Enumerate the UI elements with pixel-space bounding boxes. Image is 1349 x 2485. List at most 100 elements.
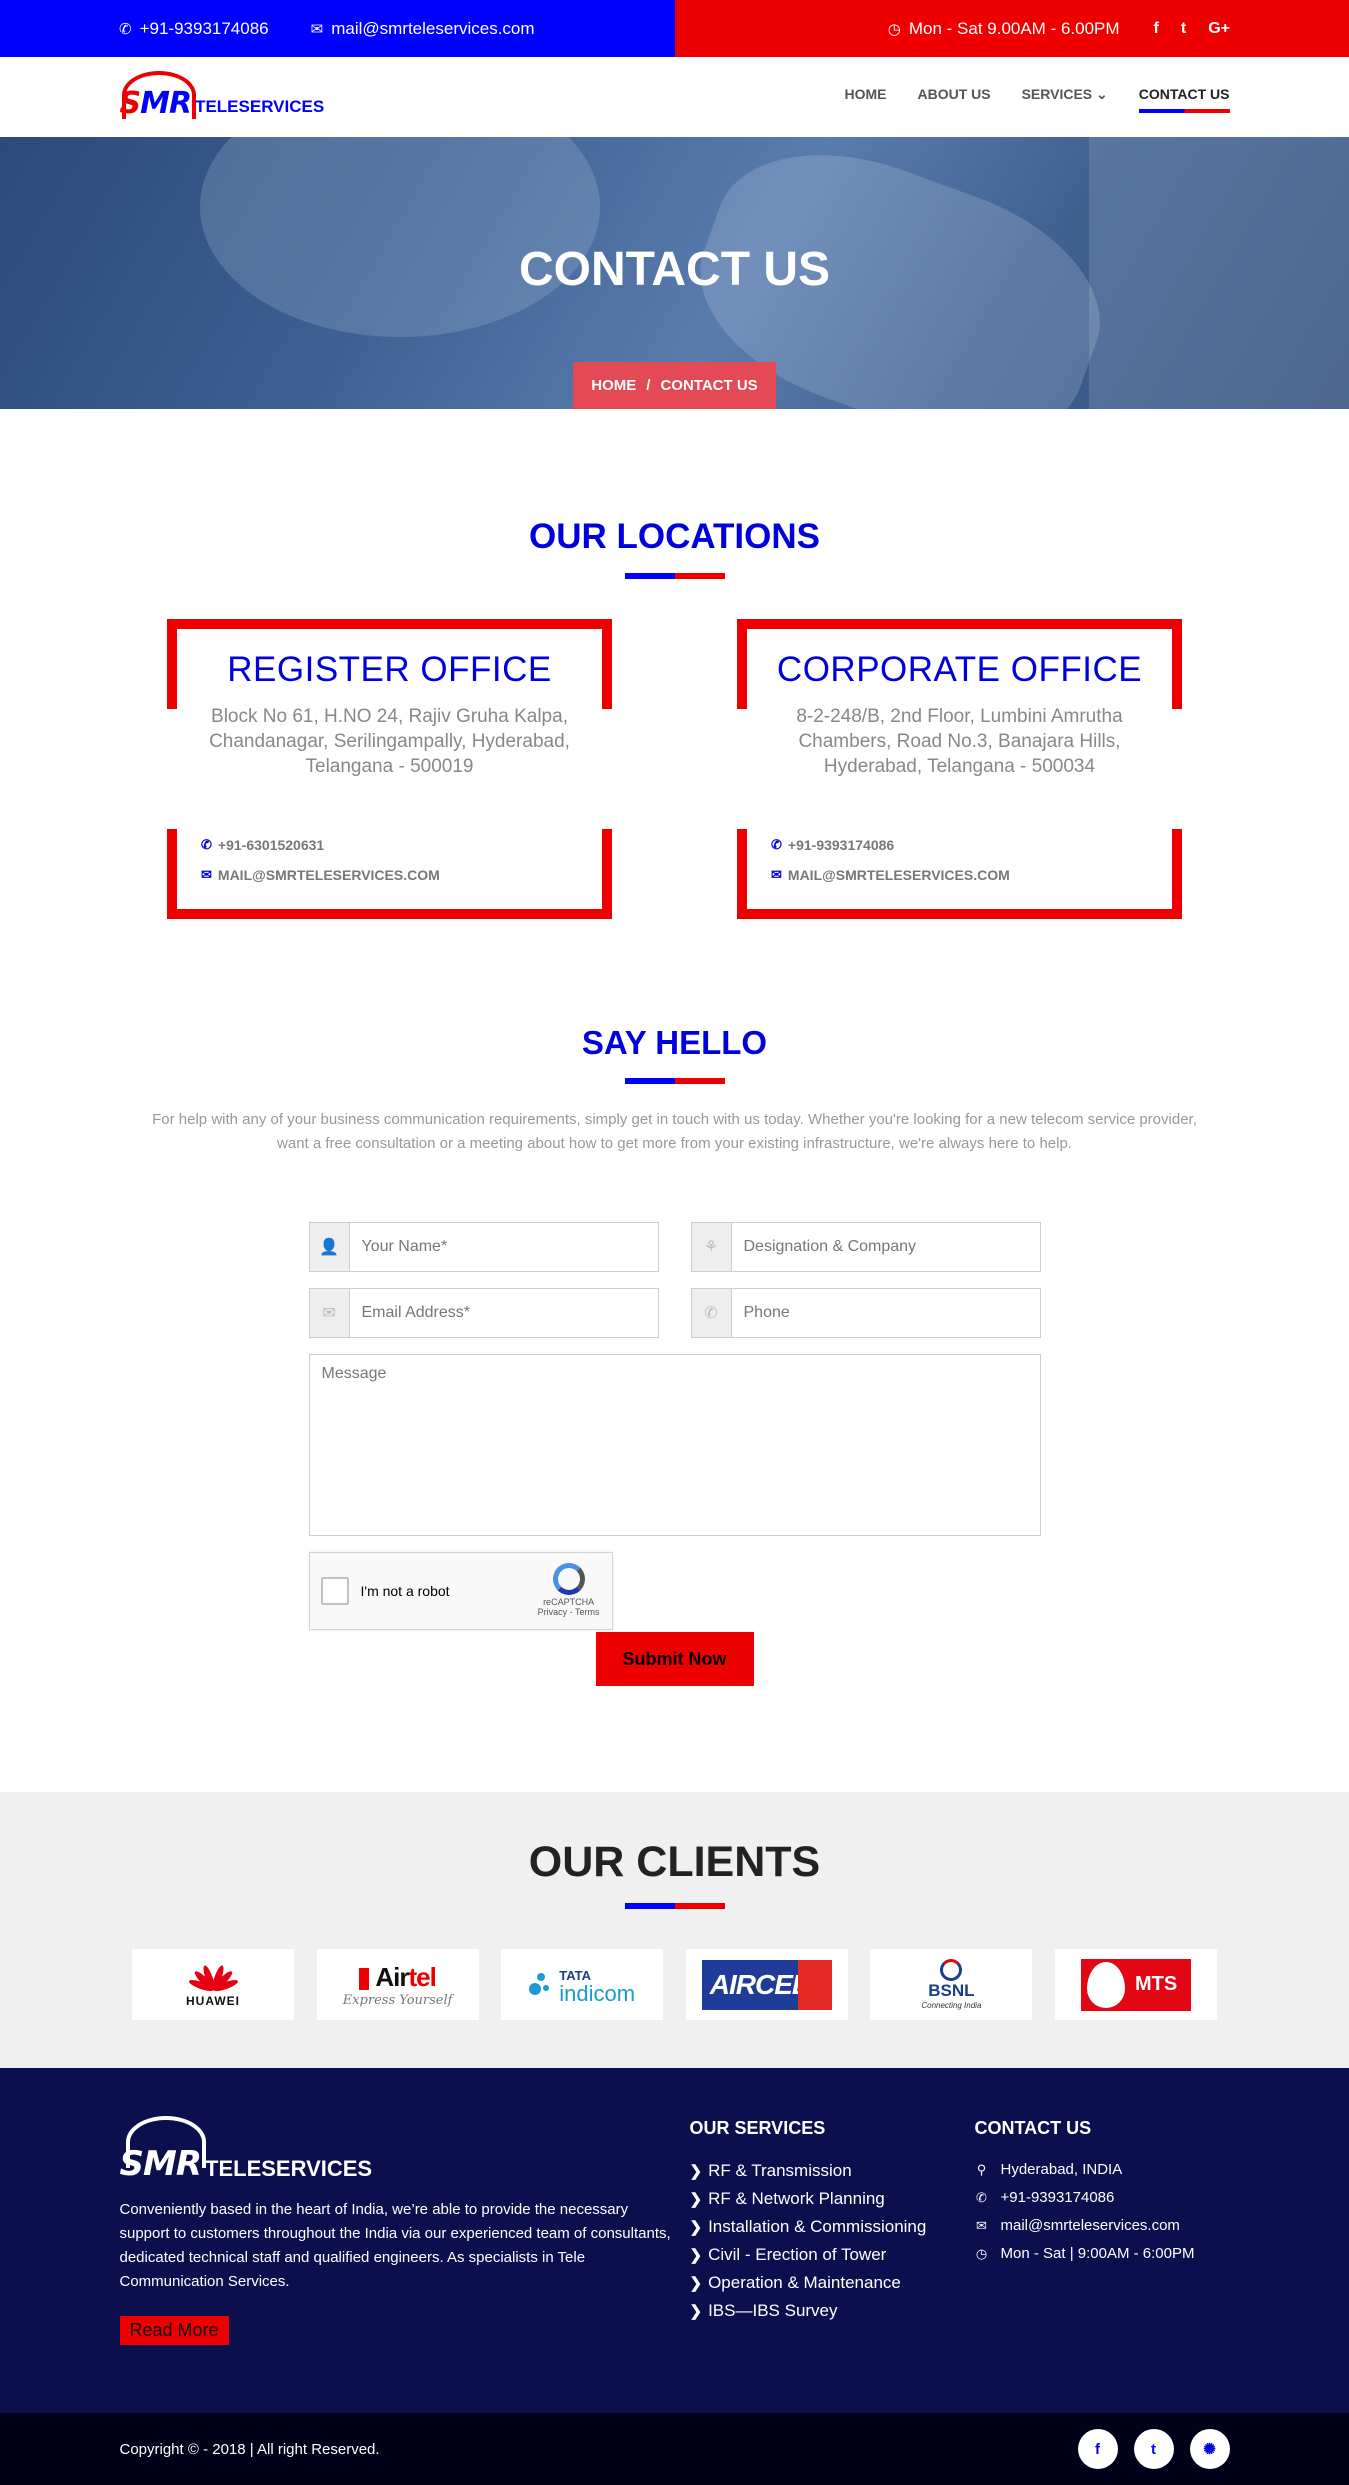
nav-contact-us[interactable]: CONTACT US bbox=[1138, 86, 1230, 113]
nav-home[interactable]: HOME bbox=[844, 86, 886, 109]
envelope-icon: ✉ bbox=[771, 867, 782, 882]
google-plus-icon[interactable]: G+ bbox=[1208, 20, 1230, 38]
copyright-text: Copyright © - 2018 | All right Reserved. bbox=[119, 2440, 380, 2458]
chevron-right-icon: ❯ bbox=[689, 2219, 703, 2236]
contact-section: SAY HELLO For help with any of your busi… bbox=[0, 919, 1349, 1686]
clock-icon: ◷ bbox=[975, 2245, 988, 2261]
facebook-icon[interactable]: f bbox=[1077, 2429, 1118, 2469]
company-input[interactable] bbox=[731, 1223, 1040, 1271]
recaptcha-links[interactable]: Privacy - Terms bbox=[538, 1607, 600, 1617]
footer-phone[interactable]: +91-9393174086 bbox=[1001, 2189, 1115, 2206]
footer-hours: Mon - Sat | 9:00AM - 6:00PM bbox=[1000, 2245, 1195, 2262]
office-phone[interactable]: +91-6301520631 bbox=[218, 837, 324, 853]
office-phone[interactable]: +91-9393174086 bbox=[788, 837, 894, 853]
client-logo-mts: MTS bbox=[1054, 1949, 1217, 2020]
envelope-icon: ✉ bbox=[976, 2217, 987, 2233]
copyright-bar: Copyright © - 2018 | All right Reserved.… bbox=[0, 2413, 1349, 2485]
site-logo[interactable]: SMR TELESERVICES bbox=[120, 67, 335, 127]
nav-services[interactable]: SERVICES ⌄ bbox=[1022, 86, 1108, 109]
company-field: ⚘ bbox=[690, 1222, 1041, 1272]
services-heading: OUR SERVICES bbox=[689, 2118, 826, 2138]
locations-title: OUR LOCATIONS bbox=[528, 517, 820, 556]
chevron-right-icon: ❯ bbox=[689, 2247, 703, 2264]
envelope-icon: ✉ bbox=[201, 867, 212, 882]
service-link[interactable]: ❯ IBS—IBS Survey bbox=[690, 2301, 975, 2321]
footer-about: Conveniently based in the heart of India… bbox=[119, 2201, 671, 2290]
footer-email[interactable]: mail@smrteleservices.com bbox=[1001, 2217, 1180, 2234]
title-underline bbox=[624, 1903, 725, 1909]
service-link[interactable]: ❯ Installation & Commissioning bbox=[690, 2217, 975, 2237]
twitter-icon[interactable]: t bbox=[1133, 2429, 1174, 2469]
top-email[interactable]: mail@smrteleservices.com bbox=[331, 19, 534, 39]
service-link[interactable]: ❯ Operation & Maintenance bbox=[690, 2273, 975, 2293]
client-logo-huawei: HUAWEI bbox=[132, 1949, 294, 2020]
service-link[interactable]: ❯ RF & Network Planning bbox=[690, 2189, 975, 2209]
client-logo-bsnl: BSNL Connecting India bbox=[870, 1949, 1033, 2020]
office-card: CORPORATE OFFICE 8-2-248/B, 2nd Floor, L… bbox=[737, 619, 1182, 919]
say-hello-title: SAY HELLO bbox=[581, 1024, 768, 1061]
name-input[interactable] bbox=[349, 1223, 658, 1271]
navbar: SMR TELESERVICES HOME ABOUT US SERVICES … bbox=[0, 57, 1349, 137]
top-hours: Mon - Sat 9.00AM - 6.00PM bbox=[908, 18, 1120, 38]
mts-egg-icon bbox=[1086, 1961, 1125, 2008]
tata-dots-icon bbox=[529, 1972, 553, 1997]
user-icon: 👤 bbox=[309, 1223, 350, 1271]
service-link[interactable]: ❯ RF & Transmission bbox=[690, 2161, 975, 2181]
chevron-right-icon: ❯ bbox=[689, 2303, 703, 2320]
top-bar: ✆ +91-9393174086 ✉ mail@smrteleservices.… bbox=[0, 0, 1349, 57]
footer-location: Hyderabad, INDIA bbox=[1000, 2161, 1123, 2178]
map-marker-icon: ⚲ bbox=[976, 2161, 987, 2177]
bsnl-logo-icon bbox=[940, 1959, 963, 1981]
email-input[interactable] bbox=[349, 1289, 658, 1337]
facebook-icon[interactable]: f bbox=[1154, 20, 1159, 38]
clock-icon: ◷ bbox=[887, 20, 901, 38]
service-link[interactable]: ❯ Civil - Erection of Tower bbox=[690, 2245, 975, 2265]
client-logo-airtel: Airtel Express Yourself bbox=[316, 1949, 479, 2020]
recaptcha-label: I'm not a robot bbox=[360, 1583, 450, 1599]
clients-title: OUR CLIENTS bbox=[528, 1838, 821, 1886]
message-input[interactable] bbox=[308, 1354, 1041, 1536]
phone-input[interactable] bbox=[731, 1289, 1040, 1337]
office-address: Block No 61, H.NO 24, Rajiv Gruha Kalpa,… bbox=[209, 706, 570, 777]
title-underline bbox=[624, 1078, 725, 1084]
breadcrumb-home[interactable]: HOME bbox=[591, 377, 636, 394]
recaptcha-checkbox[interactable] bbox=[320, 1577, 349, 1605]
email-field: ✉ bbox=[308, 1288, 659, 1338]
nav-about-us[interactable]: ABOUT US bbox=[917, 86, 990, 109]
top-phone[interactable]: +91-9393174086 bbox=[140, 19, 269, 39]
dribbble-icon[interactable]: ✺ bbox=[1189, 2429, 1230, 2469]
twitter-icon[interactable]: t bbox=[1181, 20, 1186, 38]
locations-section: OUR LOCATIONS REGISTER OFFICE Block No 6… bbox=[0, 409, 1349, 919]
office-address: 8-2-248/B, 2nd Floor, Lumbini Amrutha Ch… bbox=[796, 706, 1123, 777]
client-logo-tata-indicom: TATA indicom bbox=[501, 1949, 664, 2020]
phone-icon: ✆ bbox=[201, 837, 212, 852]
envelope-icon: ✉ bbox=[309, 1289, 350, 1337]
phone-field: ✆ bbox=[690, 1288, 1041, 1338]
chevron-right-icon: ❯ bbox=[689, 2163, 703, 2180]
page-banner: CONTACT US HOME / CONTACT US bbox=[0, 137, 1349, 409]
contact-form: 👤 ⚘ ✉ ✆ I'm not a robot reCA bbox=[308, 1222, 1041, 1686]
client-logo-aircel: AIRCEL bbox=[685, 1949, 848, 2020]
office-email[interactable]: MAIL@SMRTELESERVICES.COM bbox=[788, 867, 1010, 883]
clients-section: OUR CLIENTS HUAWEI Airtel Express Yourse… bbox=[0, 1792, 1349, 2068]
envelope-icon: ✉ bbox=[310, 20, 324, 38]
handshake-icon: ⚘ bbox=[691, 1223, 732, 1271]
submit-button[interactable]: Submit Now bbox=[595, 1632, 754, 1686]
chevron-right-icon: ❯ bbox=[689, 2275, 703, 2292]
read-more-button[interactable]: Read More bbox=[119, 2316, 229, 2345]
main-menu: HOME ABOUT US SERVICES ⌄ CONTACT US bbox=[844, 86, 1230, 113]
office-name: CORPORATE OFFICE bbox=[776, 650, 1143, 689]
footer: SMR TELESERVICES Conveniently based in t… bbox=[0, 2068, 1349, 2413]
contact-intro: For help with any of your business commu… bbox=[152, 1111, 1197, 1152]
contact-list: ⚲ Hyderabad, INDIA ✆ +91-9393174086 ✉ mail@… bbox=[975, 2161, 1230, 2262]
office-email[interactable]: MAIL@SMRTELESERVICES.COM bbox=[218, 867, 440, 883]
page-title: CONTACT US bbox=[518, 243, 831, 296]
name-field: 👤 bbox=[308, 1222, 659, 1272]
title-underline bbox=[624, 573, 725, 579]
footer-logo[interactable]: SMR TELESERVICES bbox=[120, 2116, 690, 2186]
contact-heading: CONTACT US bbox=[974, 2118, 1092, 2138]
phone-icon: ✆ bbox=[976, 2189, 987, 2205]
office-name: REGISTER OFFICE bbox=[227, 650, 552, 689]
phone-icon: ✆ bbox=[691, 1289, 732, 1337]
breadcrumb: HOME / CONTACT US bbox=[573, 362, 776, 409]
